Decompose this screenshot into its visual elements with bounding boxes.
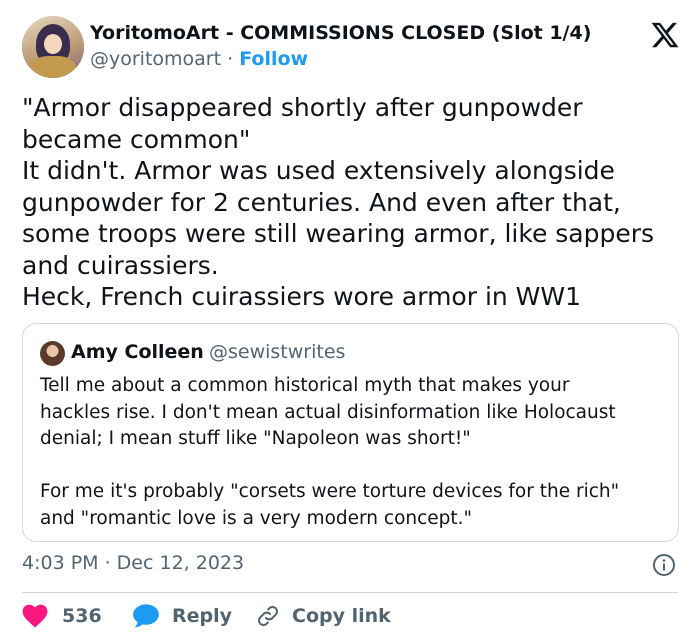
info-icon[interactable] xyxy=(652,553,676,577)
heart-icon xyxy=(22,604,48,628)
author-handle-row: @yoritomoart · Follow xyxy=(90,48,308,70)
tweet-header: YoritomoArt - COMMISSIONS CLOSED (Slot 1… xyxy=(22,14,682,78)
quoted-author-avatar xyxy=(40,341,65,366)
quoted-author-handle: @sewistwrites xyxy=(209,341,346,363)
author-avatar[interactable] xyxy=(22,16,84,78)
reply-label: Reply xyxy=(172,605,233,627)
divider xyxy=(22,592,678,593)
tweet-timestamp[interactable]: 4:03 PM · Dec 12, 2023 xyxy=(22,552,244,574)
handle-separator: · xyxy=(227,48,234,70)
like-count: 536 xyxy=(62,605,102,627)
author-handle[interactable]: @yoritomoart xyxy=(90,48,221,70)
author-display-name[interactable]: YoritomoArt - COMMISSIONS CLOSED (Slot 1… xyxy=(90,22,591,44)
link-icon xyxy=(257,605,279,627)
quoted-tweet[interactable]: Amy Colleen @sewistwrites Tell me about … xyxy=(22,323,679,542)
copy-link-button[interactable]: Copy link xyxy=(256,600,391,632)
action-bar: 536 Reply Copy link xyxy=(22,600,678,632)
x-logo-icon[interactable] xyxy=(650,20,680,50)
follow-button[interactable]: Follow xyxy=(239,48,308,70)
reply-button[interactable]: Reply xyxy=(132,600,232,632)
quoted-author-name: Amy Colleen xyxy=(71,341,204,363)
like-button[interactable]: 536 xyxy=(22,600,102,632)
reply-bubble-icon xyxy=(133,604,159,628)
copy-link-label: Copy link xyxy=(292,605,391,627)
tweet-text: "Armor disappeared shortly after gunpowd… xyxy=(22,93,655,311)
quoted-tweet-text: Tell me about a common historical myth t… xyxy=(40,375,620,529)
